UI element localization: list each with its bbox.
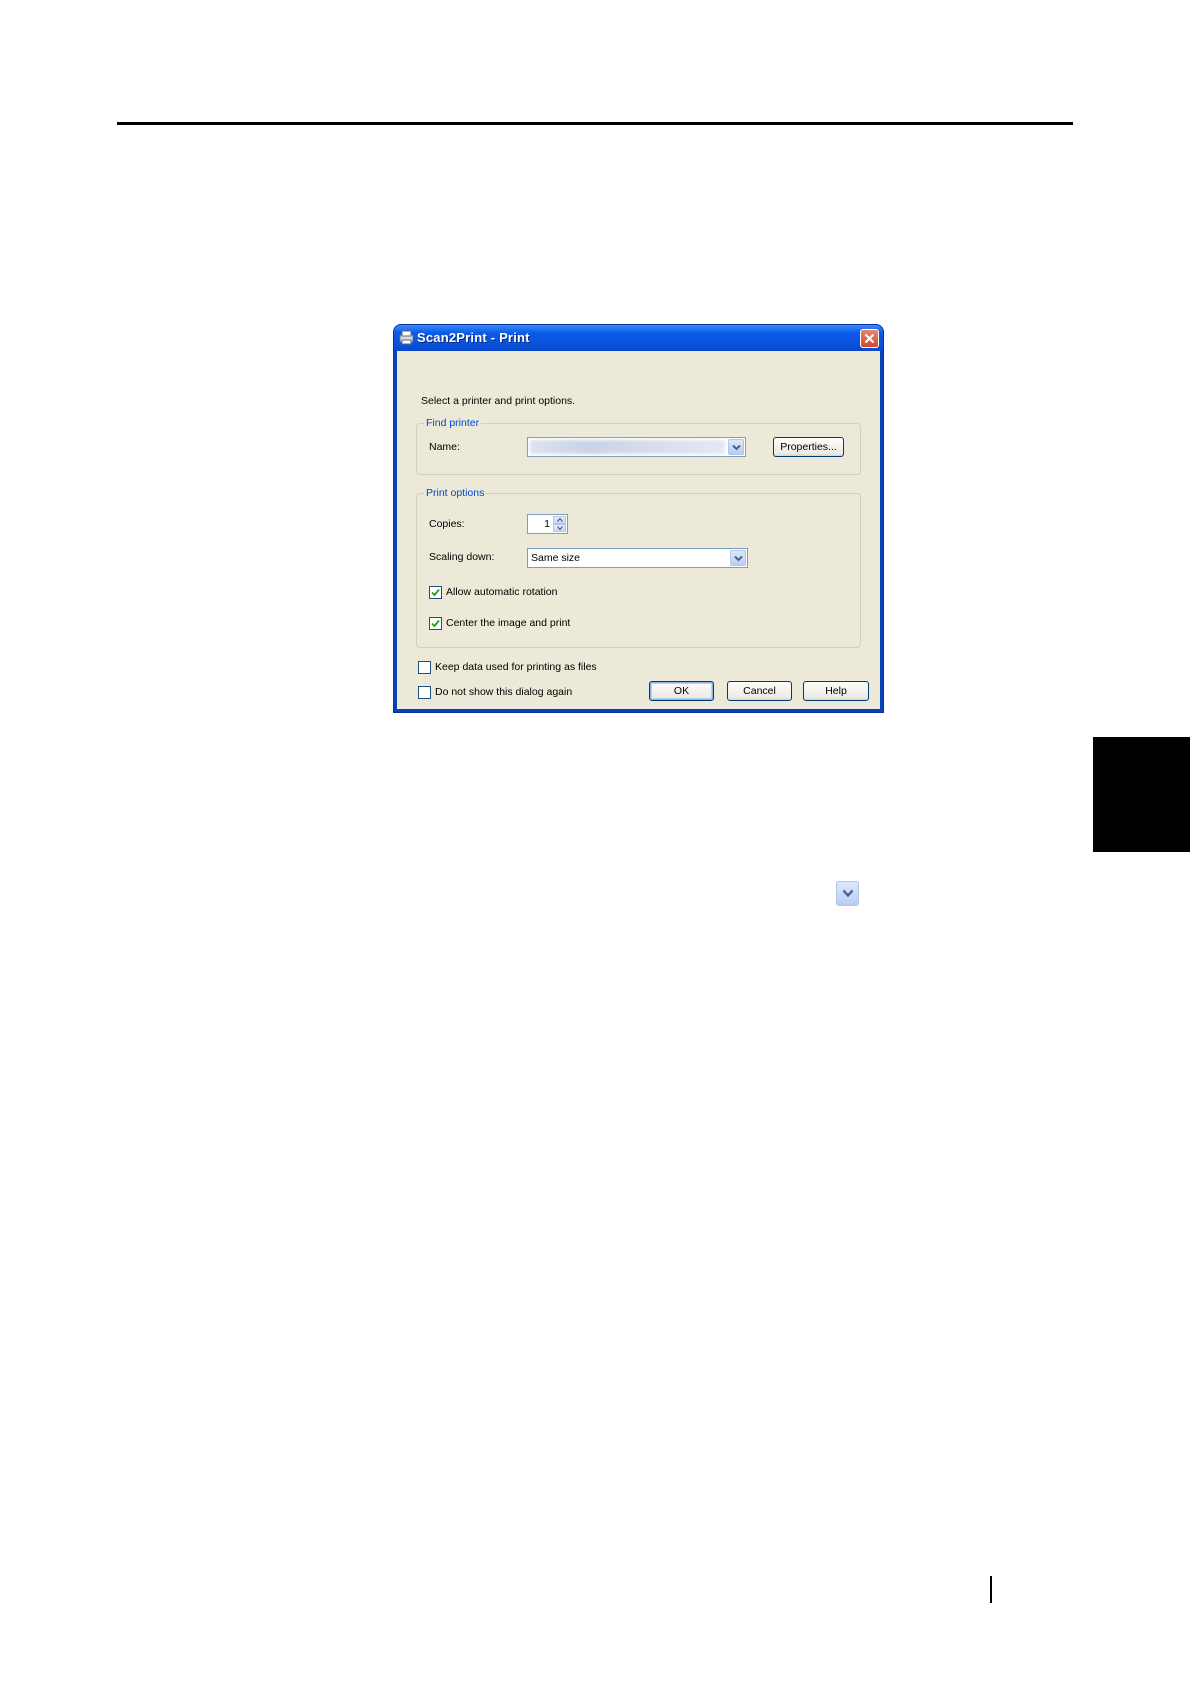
help-button[interactable]: Help xyxy=(803,681,869,701)
scaling-down-label: Scaling down: xyxy=(429,551,495,563)
chevron-down-icon xyxy=(557,526,563,530)
printer-name-dropdown[interactable] xyxy=(527,437,746,457)
scan2print-app-icon xyxy=(399,330,414,345)
scaling-down-value: Same size xyxy=(531,552,581,564)
print-dialog: Scan2Print - Print Select a printer and … xyxy=(394,325,883,712)
chevron-up-icon xyxy=(557,518,563,522)
ok-button[interactable]: OK xyxy=(649,681,714,701)
allow-rotation-label[interactable]: Allow automatic rotation xyxy=(446,586,557,598)
dialog-title: Scan2Print - Print xyxy=(417,330,530,345)
copies-increment-button[interactable] xyxy=(553,516,566,524)
dropdown-button-icon xyxy=(836,881,859,906)
print-options-group-label: Print options xyxy=(424,487,487,499)
close-button[interactable] xyxy=(860,329,879,348)
copies-value: 1 xyxy=(544,518,550,530)
page-number-rule xyxy=(990,1576,992,1603)
printer-name-label: Name: xyxy=(429,441,460,453)
allow-rotation-checkbox[interactable] xyxy=(429,586,442,599)
copies-label: Copies: xyxy=(429,518,465,530)
cancel-button[interactable]: Cancel xyxy=(727,681,792,701)
scaling-down-dropdown[interactable]: Same size xyxy=(527,548,748,568)
printer-name-value xyxy=(530,440,725,454)
dont-show-again-checkbox[interactable] xyxy=(418,686,431,699)
keep-data-checkbox[interactable] xyxy=(418,661,431,674)
center-image-checkbox[interactable] xyxy=(429,617,442,630)
checkmark-icon xyxy=(431,619,440,628)
dialog-client-area: Select a printer and print options. Find… xyxy=(397,351,880,709)
chevron-down-icon xyxy=(734,555,743,562)
dont-show-again-label[interactable]: Do not show this dialog again xyxy=(435,686,572,698)
instruction-text: Select a printer and print options. xyxy=(421,395,576,407)
chevron-down-icon xyxy=(842,889,854,898)
printer-dropdown-button[interactable] xyxy=(728,439,744,455)
center-image-label[interactable]: Center the image and print xyxy=(446,617,570,629)
find-printer-group-label: Find printer xyxy=(424,417,482,429)
header-rule xyxy=(117,122,1073,125)
checkmark-icon xyxy=(431,588,440,597)
copies-decrement-button[interactable] xyxy=(553,524,566,532)
chapter-tab xyxy=(1093,737,1190,852)
scaling-dropdown-button[interactable] xyxy=(730,550,746,566)
keep-data-label[interactable]: Keep data used for printing as files xyxy=(435,661,597,673)
chevron-down-icon xyxy=(732,444,741,451)
close-icon xyxy=(864,333,875,344)
dialog-titlebar[interactable]: Scan2Print - Print xyxy=(394,325,883,351)
copies-stepper[interactable]: 1 xyxy=(527,514,568,534)
properties-button[interactable]: Properties... xyxy=(773,437,844,457)
